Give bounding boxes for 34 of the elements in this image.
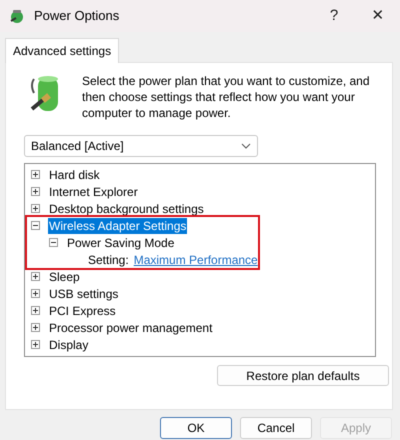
collapse-icon[interactable] [31, 221, 40, 230]
tree-item[interactable]: PCI Express [48, 302, 117, 318]
setting-label: Setting: [87, 252, 130, 268]
tree-item[interactable]: Sleep [48, 268, 81, 284]
tree-item[interactable]: Hard disk [48, 166, 101, 182]
tab[interactable]: Advanced settings [5, 38, 120, 63]
window-title: Power Options [34, 7, 120, 26]
tree-item[interactable]: Processor power management [48, 320, 214, 336]
expand-icon[interactable] [31, 187, 40, 196]
setting-value-link[interactable]: Maximum Performance [134, 252, 258, 268]
expand-icon[interactable] [31, 272, 40, 281]
expand-icon[interactable] [31, 289, 40, 298]
tree-item[interactable]: Display [48, 336, 90, 352]
expand-icon[interactable] [31, 204, 40, 213]
tree-item[interactable]: Desktop background settings [48, 200, 205, 216]
power-plan-dropdown[interactable]: Balanced [Active] [24, 135, 258, 157]
tree-item[interactable]: Internet Explorer [48, 184, 139, 200]
chevron-down-icon [241, 143, 251, 149]
collapse-icon[interactable] [49, 238, 58, 247]
instruction-text: Select the power plan that you want to customize, and then choose settings that reflect how you want your computer to manage power. [82, 73, 371, 121]
dropdown-value: Balanced [Active] [31, 138, 124, 155]
restore-defaults-button[interactable]: Restore plan defaults [217, 365, 389, 386]
expand-icon[interactable] [31, 323, 40, 332]
tree-item[interactable]: Power Saving Mode [66, 234, 176, 250]
help-button[interactable]: ? [312, 0, 356, 32]
close-button[interactable]: ✕ [356, 0, 400, 32]
expand-icon[interactable] [31, 340, 40, 349]
tree-item[interactable]: USB settings [48, 286, 120, 302]
expand-icon[interactable] [31, 170, 40, 179]
power-plan-icon [8, 7, 26, 25]
expand-icon[interactable] [31, 306, 40, 315]
dialog-button[interactable]: OK [160, 417, 232, 439]
dialog-button[interactable]: Cancel [240, 417, 312, 439]
tree-item[interactable]: Wireless Adapter Settings [48, 218, 188, 234]
